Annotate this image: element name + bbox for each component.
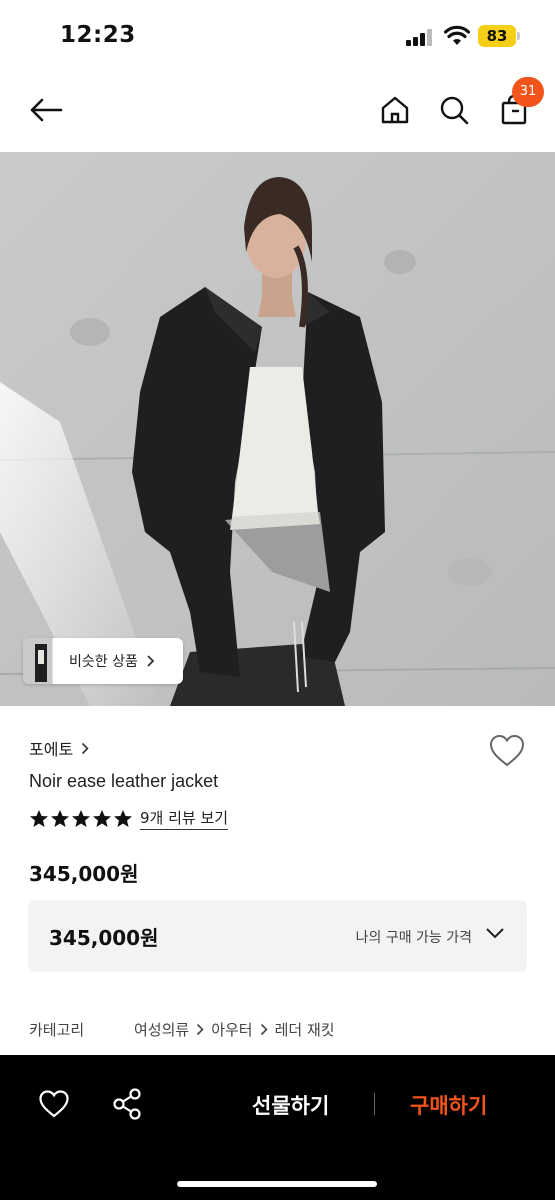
review-link[interactable]: 9개 리뷰 보기 [140, 808, 229, 830]
star-icon [93, 810, 111, 827]
heart-icon[interactable] [38, 1089, 70, 1119]
buy-button[interactable]: 구매하기 [410, 1090, 487, 1120]
status-bar: 12:23 83 [0, 0, 555, 70]
wifi-icon [444, 25, 470, 45]
gift-button[interactable]: 선물하기 [252, 1090, 329, 1120]
product-name: Noir ease leather jacket [29, 771, 219, 791]
status-time: 12:23 [60, 22, 136, 48]
category-item[interactable]: 여성의류 [134, 1019, 189, 1040]
arrow-left-icon [30, 98, 63, 122]
divider [374, 1093, 375, 1115]
chevron-right-icon [260, 1023, 268, 1036]
signal-icon [406, 28, 434, 46]
search-button[interactable] [436, 90, 472, 130]
chevron-right-icon [196, 1023, 204, 1036]
star-icon [114, 810, 132, 827]
battery-indicator: 83 [478, 25, 516, 47]
my-price-box[interactable]: 345,000원 나의 구매 가능 가격 [28, 900, 527, 972]
share-icon[interactable] [111, 1087, 143, 1121]
category-breadcrumb: 여성의류 아우터 레더 재킷 [134, 1019, 335, 1040]
brand-link[interactable]: 포에토 [29, 736, 89, 760]
product-price: 345,000원 [29, 862, 139, 886]
similar-item-thumbnail [23, 638, 53, 684]
bottom-action-bar: 선물하기 구매하기 [0, 1055, 555, 1200]
star-icon [30, 810, 48, 827]
my-price-label: 나의 구매 가능 가격 [355, 930, 472, 946]
star-icon [72, 810, 90, 827]
battery-tip [517, 32, 520, 40]
wishlist-heart-button[interactable] [488, 733, 526, 769]
category-item[interactable]: 아우터 [211, 1019, 252, 1040]
similar-items-button[interactable]: 비슷한 상품 [23, 638, 183, 684]
chevron-right-icon [82, 742, 89, 754]
home-indicator [177, 1181, 377, 1187]
chevron-down-icon [486, 928, 504, 939]
home-button[interactable] [377, 90, 413, 130]
chevron-right-icon [147, 655, 155, 667]
category-label: 카테고리 [29, 1021, 85, 1039]
cart-count-badge: 31 [512, 77, 544, 107]
top-nav [0, 70, 555, 152]
my-price-value: 345,000원 [49, 926, 159, 950]
product-photo [0, 152, 555, 706]
rating-row: 9개 리뷰 보기 [29, 808, 229, 830]
star-icon [51, 810, 69, 827]
search-icon [440, 96, 469, 125]
back-button[interactable] [26, 90, 66, 130]
category-item[interactable]: 레더 재킷 [275, 1019, 335, 1040]
star-rating [29, 809, 133, 829]
product-image[interactable] [0, 152, 555, 706]
home-icon [381, 96, 409, 124]
similar-items-label: 비슷한 상품 [69, 654, 138, 670]
brand-name: 포에토 [29, 740, 74, 759]
